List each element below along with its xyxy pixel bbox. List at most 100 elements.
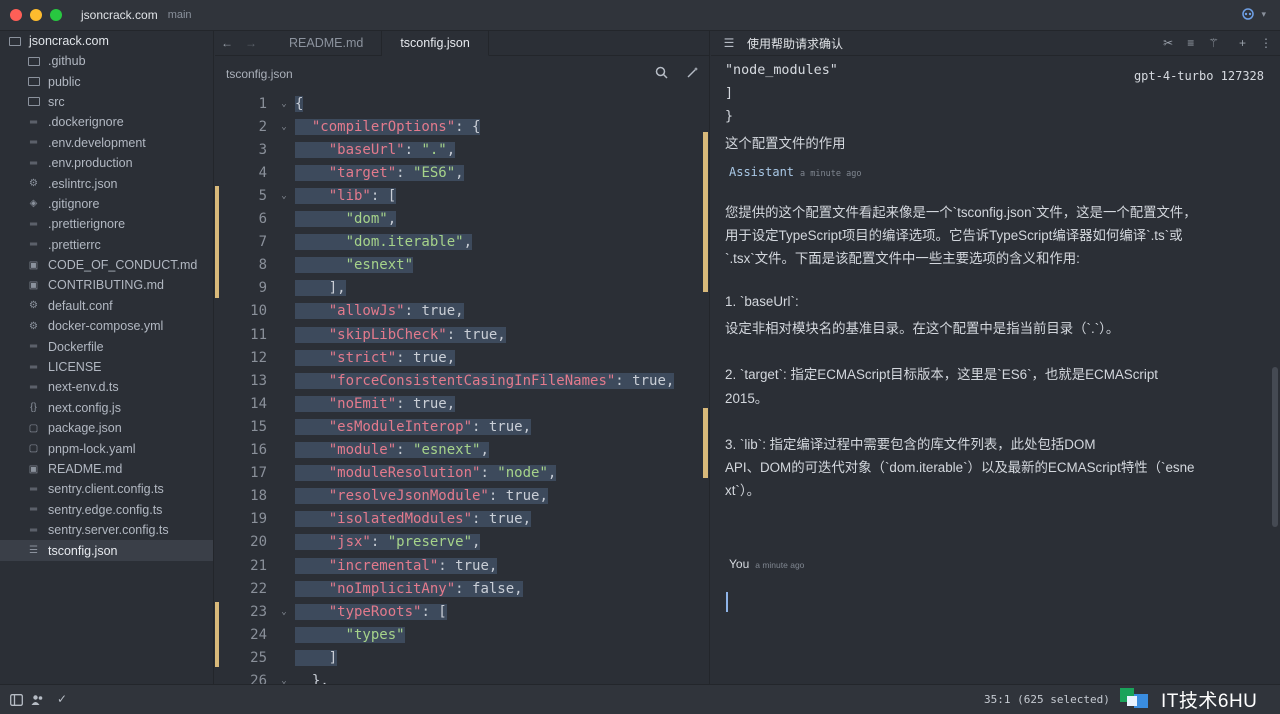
- sidebar-file-item[interactable]: ☰ tsconfig.json: [0, 540, 213, 561]
- code-line[interactable]: 25 ]: [215, 646, 710, 669]
- code-line[interactable]: 10 "allowJs": true,: [215, 300, 710, 323]
- magic-wand-icon[interactable]: ⚚: [1208, 36, 1219, 50]
- fold-chevron-icon[interactable]: ⌄: [273, 676, 295, 684]
- tree-root-label: jsoncrack.com: [29, 34, 109, 48]
- collaborators-icon[interactable]: [31, 694, 44, 706]
- model-selector[interactable]: gpt-4-turbo 127328: [1134, 69, 1264, 83]
- maximize-window-button[interactable]: [50, 9, 62, 21]
- chat-input-cursor[interactable]: [726, 592, 728, 612]
- sidebar-file-label: .eslintrc.json: [48, 176, 118, 191]
- sidebar-file-item[interactable]: ◈ .gitignore: [0, 194, 213, 214]
- sidebar-file-item[interactable]: {} next.config.js: [0, 398, 213, 418]
- code-line[interactable]: 13 "forceConsistentCasingInFileNames": t…: [215, 369, 710, 392]
- scrollbar[interactable]: [1272, 367, 1278, 527]
- box-icon: ▢: [28, 443, 39, 455]
- code-line[interactable]: 16 "module": "esnext",: [215, 439, 710, 462]
- sidebar-file-item[interactable]: ═ Dockerfile: [0, 336, 213, 356]
- sidebar-file-item[interactable]: ▣ CODE_OF_CONDUCT.md: [0, 255, 213, 275]
- code-text: "noImplicitAny": false,: [295, 580, 523, 597]
- more-icon[interactable]: ⋮: [1260, 36, 1272, 50]
- fold-chevron-icon[interactable]: ⌄: [273, 122, 295, 132]
- cursor-position[interactable]: 35:1 (625 selected): [984, 693, 1110, 706]
- line-number: 6: [258, 211, 267, 227]
- sidebar-file-item[interactable]: ▢ package.json: [0, 418, 213, 438]
- code-line[interactable]: 1 ⌄{: [215, 92, 710, 115]
- list-icon[interactable]: ≡: [1187, 36, 1194, 50]
- code-line[interactable]: 22 "noImplicitAny": false,: [215, 577, 710, 600]
- code-line[interactable]: 20 "jsx": "preserve",: [215, 531, 710, 554]
- code-line[interactable]: 8 "esnext": [215, 254, 710, 277]
- code-line[interactable]: 9 ],: [215, 277, 710, 300]
- code-line[interactable]: 14 "noEmit": true,: [215, 392, 710, 415]
- plus-icon[interactable]: +: [1239, 36, 1246, 50]
- sidebar-file-item[interactable]: ⚙ docker-compose.yml: [0, 316, 213, 336]
- copilot-icon[interactable]: [1241, 8, 1255, 20]
- sidebar-file-item[interactable]: ═ .dockerignore: [0, 112, 213, 132]
- code-line[interactable]: 6 "dom",: [215, 208, 710, 231]
- sidebar-file-item[interactable]: ═ LICENSE: [0, 357, 213, 377]
- code-line[interactable]: 26 ⌄ },: [215, 670, 710, 684]
- search-icon[interactable]: [655, 66, 668, 79]
- sidebar-file-item[interactable]: ═ .env.development: [0, 133, 213, 153]
- sidebar-file-item[interactable]: .github: [0, 51, 213, 71]
- fold-chevron-icon[interactable]: ⌄: [273, 191, 295, 201]
- code-line[interactable]: 15 "esModuleInterop": true,: [215, 415, 710, 438]
- sidebar-file-item[interactable]: ═ sentry.client.config.ts: [0, 479, 213, 499]
- code-line[interactable]: 3 "baseUrl": ".",: [215, 138, 710, 161]
- sidebar-file-item[interactable]: public: [0, 71, 213, 91]
- code-area[interactable]: 1 ⌄{2 ⌄ "compilerOptions": {3 "baseUrl": "…: [215, 92, 710, 684]
- tree-root[interactable]: jsoncrack.com: [0, 31, 213, 51]
- menu-icon[interactable]: ☰: [711, 36, 747, 50]
- fold-chevron-icon[interactable]: ⌄: [273, 99, 295, 109]
- sidebar-file-label: .github: [48, 54, 86, 69]
- assistant-panel: ☰ 使用帮助请求确认 ✂ ≡ ⚚ + ⋮ gpt-4-turbo 127328 …: [711, 31, 1280, 684]
- project-name[interactable]: jsoncrack.com: [81, 8, 158, 22]
- line-number: 3: [258, 141, 267, 158]
- chevron-down-icon[interactable]: ▾: [1261, 9, 1266, 20]
- assistant-message-line: API、DOM的可迭代对象（`dom.iterable`）以及最新的ECMASc…: [725, 460, 1195, 476]
- line-number: 23: [250, 603, 267, 620]
- scissors-icon[interactable]: ✂: [1163, 36, 1173, 50]
- sidebar-file-item[interactable]: ═ sentry.server.config.ts: [0, 520, 213, 540]
- sidebar-file-item[interactable]: ═ sentry.edge.config.ts: [0, 500, 213, 520]
- sidebar-file-item[interactable]: ⚙ default.conf: [0, 296, 213, 316]
- breadcrumb[interactable]: tsconfig.json: [215, 56, 709, 92]
- close-window-button[interactable]: [10, 9, 22, 21]
- forward-arrow-icon[interactable]: →: [239, 36, 263, 50]
- back-arrow-icon[interactable]: ←: [215, 36, 239, 50]
- code-line[interactable]: 12 "strict": true,: [215, 346, 710, 369]
- code-line[interactable]: 21 "incremental": true,: [215, 554, 710, 577]
- code-text: "dom.iterable",: [295, 234, 473, 251]
- code-text: "forceConsistentCasingInFileNames": true…: [295, 372, 675, 389]
- tab-tsconfig[interactable]: tsconfig.json: [382, 30, 489, 56]
- branch-name[interactable]: main: [168, 9, 192, 21]
- code-line[interactable]: 2 ⌄ "compilerOptions": {: [215, 115, 710, 138]
- sidebar-file-label: pnpm-lock.yaml: [48, 441, 136, 456]
- code-line[interactable]: 17 "moduleResolution": "node",: [215, 462, 710, 485]
- code-line[interactable]: 23 ⌄ "typeRoots": [: [215, 600, 710, 623]
- sidebar-file-item[interactable]: ═ .prettierignore: [0, 214, 213, 234]
- check-icon[interactable]: ✓: [57, 692, 67, 706]
- sidebar-file-item[interactable]: ▣ CONTRIBUTING.md: [0, 275, 213, 295]
- magic-wand-icon[interactable]: [686, 66, 699, 79]
- minimize-window-button[interactable]: [30, 9, 42, 21]
- sidebar-file-item[interactable]: ▢ pnpm-lock.yaml: [0, 438, 213, 458]
- code-line[interactable]: 19 "isolatedModules": true,: [215, 508, 710, 531]
- tab-readme[interactable]: README.md: [271, 30, 383, 56]
- code-line[interactable]: 4 "target": "ES6",: [215, 161, 710, 184]
- sidebar-file-item[interactable]: ═ .prettierrc: [0, 235, 213, 255]
- git-icon: ◈: [29, 198, 38, 210]
- sidebar-file-item[interactable]: ⚙ .eslintrc.json: [0, 173, 213, 193]
- code-line[interactable]: 18 "resolveJsonModule": true,: [215, 485, 710, 508]
- code-line[interactable]: 11 "skipLibCheck": true,: [215, 323, 710, 346]
- code-line[interactable]: 24 "types": [215, 623, 710, 646]
- sidebar-file-item[interactable]: ▣ README.md: [0, 459, 213, 479]
- sidebar-file-item[interactable]: ═ .env.production: [0, 153, 213, 173]
- code-line[interactable]: 7 "dom.iterable",: [215, 231, 710, 254]
- panel-toggle-icon[interactable]: [10, 694, 23, 706]
- file-lines-icon: ═: [29, 361, 38, 373]
- code-line[interactable]: 5 ⌄ "lib": [: [215, 184, 710, 207]
- fold-chevron-icon[interactable]: ⌄: [273, 607, 295, 617]
- sidebar-file-item[interactable]: ═ next-env.d.ts: [0, 377, 213, 397]
- sidebar-file-item[interactable]: src: [0, 92, 213, 112]
